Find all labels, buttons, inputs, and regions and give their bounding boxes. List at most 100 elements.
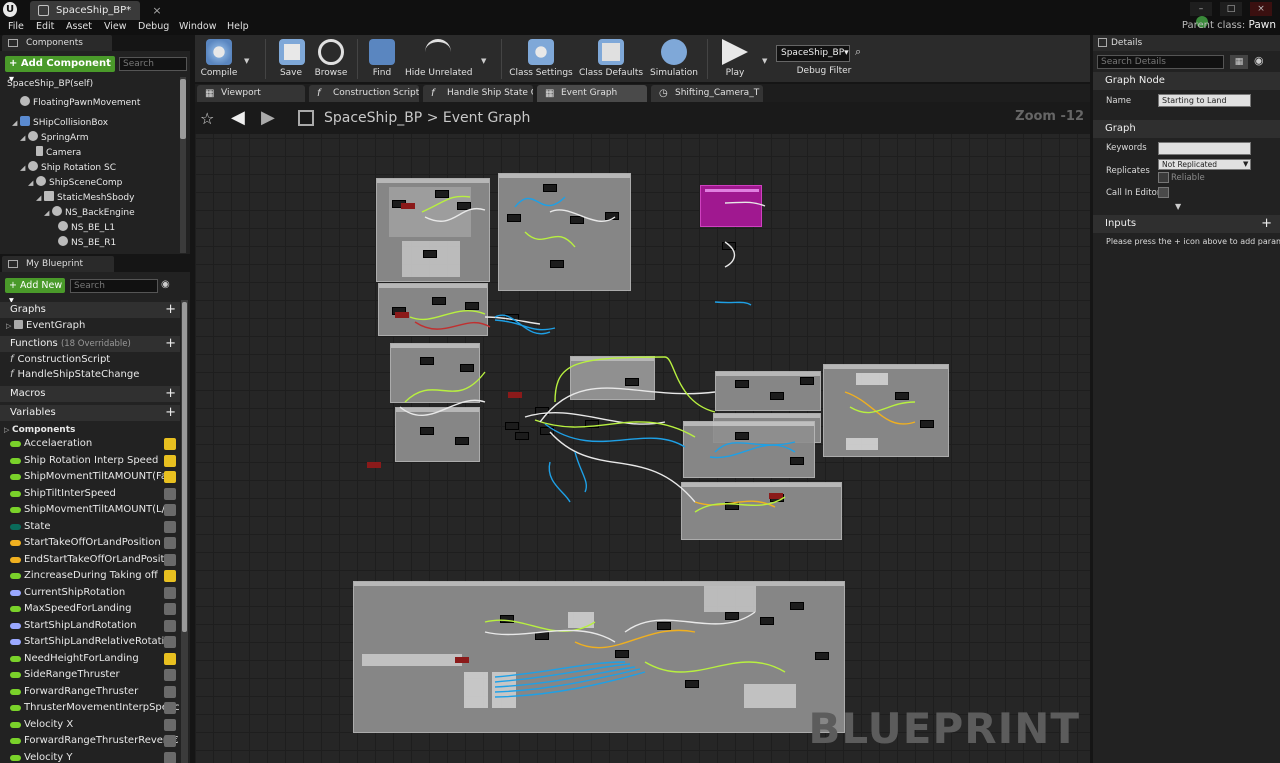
compile-options-arrow-icon[interactable]: ▼ [244, 57, 249, 65]
variable-item[interactable]: NeedHeightForLanding [0, 651, 180, 667]
details-tab[interactable]: Details [1093, 35, 1280, 51]
play-button[interactable]: Play [715, 35, 755, 82]
menu-file[interactable]: File [8, 21, 24, 32]
add-component-button[interactable]: + Add Component ▾ [5, 56, 115, 85]
eye-closed-icon[interactable] [164, 702, 176, 714]
menu-view[interactable]: View [104, 21, 127, 32]
tree-item-ns-back-engine[interactable]: ◢ NS_BackEngine [44, 206, 135, 220]
function-item-handle-ship-state-change[interactable]: f HandleShipStateChange [10, 368, 139, 382]
replicates-select[interactable]: Not Replicated [1158, 159, 1251, 170]
eye-closed-icon[interactable] [164, 504, 176, 516]
browse-button[interactable]: Browse [313, 35, 349, 82]
tab-shifting-camera[interactable]: ◷ Shifting_Camera_T [651, 85, 763, 102]
variable-item[interactable]: ZincreaseDuring Taking off [0, 568, 180, 584]
expand-arrow-icon[interactable]: ◢ [20, 131, 28, 145]
property-matrix-icon[interactable]: ▦ [1230, 55, 1248, 69]
class-settings-button[interactable]: Class Settings [509, 35, 573, 82]
eye-closed-icon[interactable] [164, 553, 176, 566]
visibility-eye-icon[interactable]: ◉ [161, 279, 170, 290]
variable-item[interactable]: ForwardRangeThruster [0, 684, 180, 700]
variable-item[interactable]: State [0, 519, 180, 535]
tab-event-graph[interactable]: ▦ Event Graph [537, 85, 647, 102]
document-tab[interactable]: SpaceShip_BP* × [30, 1, 162, 20]
tree-item-camera[interactable]: Camera [36, 146, 81, 160]
add-variable-icon[interactable]: + [165, 405, 176, 421]
simulation-button[interactable]: Simulation [647, 35, 701, 82]
find-button[interactable]: Find [365, 35, 399, 82]
components-category[interactable]: ▷ Components [4, 423, 75, 437]
expand-arrow-icon[interactable]: ◢ [36, 191, 44, 205]
visibility-eye-icon[interactable]: ◉ [1254, 54, 1264, 67]
eye-closed-icon[interactable] [164, 520, 176, 533]
expand-arrow-icon[interactable]: ◢ [20, 161, 28, 175]
variable-item[interactable]: ThrusterMovementInterpSpeec [0, 700, 180, 716]
function-item-construction-script[interactable]: f ConstructionScript [10, 353, 110, 367]
my-blueprint-search-input[interactable]: Search [70, 279, 158, 293]
components-scroll-thumb[interactable] [180, 79, 186, 139]
expand-arrow-icon[interactable]: ▷ [4, 423, 12, 437]
variable-item[interactable]: StartTakeOffOrLandPosition [0, 535, 180, 551]
class-defaults-button[interactable]: Class Defaults [579, 35, 643, 82]
eye-closed-icon[interactable] [164, 669, 176, 681]
expand-arrow-icon[interactable]: ◢ [44, 206, 52, 220]
menu-help[interactable]: Help [227, 21, 249, 32]
replicates-dropdown-icon[interactable]: ▼ [1243, 160, 1248, 168]
eye-closed-icon[interactable] [164, 603, 176, 615]
compile-button[interactable]: Compile [197, 35, 241, 82]
add-graph-icon[interactable]: + [165, 302, 176, 318]
node-name-input[interactable]: Starting to Land [1158, 94, 1251, 107]
tree-item-static-mesh-body[interactable]: ◢ StaticMeshSbody [36, 191, 134, 205]
variable-item[interactable]: Velocity X [0, 717, 180, 733]
variable-item[interactable]: Velocity Y [0, 750, 180, 763]
expand-arrow-icon[interactable]: ▷ [6, 319, 14, 333]
add-function-icon[interactable]: + [165, 336, 176, 352]
call-in-editor-checkbox[interactable] [1158, 187, 1169, 198]
variable-item[interactable]: MaxSpeedForLanding [0, 601, 180, 617]
variable-item[interactable]: ShipTiltInterSpeed [0, 486, 180, 502]
add-new-button[interactable]: + Add New ▾ [5, 278, 65, 306]
debug-search-icon[interactable]: ⌕ [855, 45, 861, 59]
inputs-section[interactable]: Inputs + [1093, 215, 1280, 233]
eye-open-icon[interactable] [164, 438, 176, 450]
tree-item-ship-rotation-sc[interactable]: ◢ Ship Rotation SC [20, 161, 116, 175]
tree-item-ns-be-r1[interactable]: NS_BE_R1 [58, 236, 116, 250]
variable-item[interactable]: Accelaeration [0, 436, 180, 452]
variable-item[interactable]: CurrentShipRotation [0, 585, 180, 601]
menu-asset[interactable]: Asset [66, 21, 92, 32]
menu-debug[interactable]: Debug [138, 21, 169, 32]
tree-item-floating-pawn-movement[interactable]: FloatingPawnMovement [20, 96, 140, 110]
variable-item[interactable]: EndStartTakeOffOrLandPositic [0, 552, 180, 568]
hide-unrelated-options-arrow-icon[interactable]: ▼ [481, 57, 486, 65]
reliable-checkbox[interactable] [1158, 172, 1169, 183]
eye-open-icon[interactable] [164, 454, 176, 467]
variables-section[interactable]: Variables + [0, 405, 180, 421]
eye-closed-icon[interactable] [164, 537, 176, 549]
advanced-expand-icon[interactable]: ▼ [1175, 202, 1181, 211]
my-blueprint-tab[interactable]: My Blueprint [2, 256, 114, 272]
hide-unrelated-button[interactable]: Hide Unrelated [405, 35, 473, 82]
eye-open-icon[interactable] [164, 471, 176, 483]
eye-closed-icon[interactable] [164, 685, 176, 698]
tree-item-self[interactable]: SpaceShip_BP(self) [7, 77, 93, 91]
tree-item-ship-scene-comp[interactable]: ◢ ShipSceneComp [28, 176, 122, 190]
add-input-icon[interactable]: + [1261, 215, 1272, 233]
graph-item-event-graph[interactable]: ▷ EventGraph [6, 319, 85, 333]
functions-section[interactable]: Functions (18 Overridable) + [0, 336, 180, 352]
details-search-input[interactable]: Search Details [1097, 55, 1224, 69]
eye-closed-icon[interactable] [164, 487, 176, 500]
tab-construction-script[interactable]: f Construction Script [309, 85, 419, 102]
graphs-section[interactable]: Graphs + [0, 302, 180, 318]
eye-closed-icon[interactable] [164, 751, 176, 763]
eye-closed-icon[interactable] [164, 619, 176, 632]
components-search-input[interactable]: Search [119, 57, 187, 71]
components-tab[interactable]: Components [2, 35, 112, 51]
debug-object-select[interactable]: SpaceShip_BP▾ [776, 45, 850, 62]
tree-item-ns-be-l1[interactable]: NS_BE_L1 [58, 221, 115, 235]
variable-item[interactable]: StartShipLandRotation [0, 618, 180, 634]
eye-closed-icon[interactable] [164, 735, 176, 747]
variable-item[interactable]: Ship Rotation Interp Speed [0, 453, 180, 469]
menu-edit[interactable]: Edit [36, 21, 54, 32]
variable-item[interactable]: SideRangeThruster [0, 667, 180, 683]
tree-item-spring-arm[interactable]: ◢ SpringArm [20, 131, 89, 145]
components-scrollbar[interactable] [180, 77, 186, 253]
